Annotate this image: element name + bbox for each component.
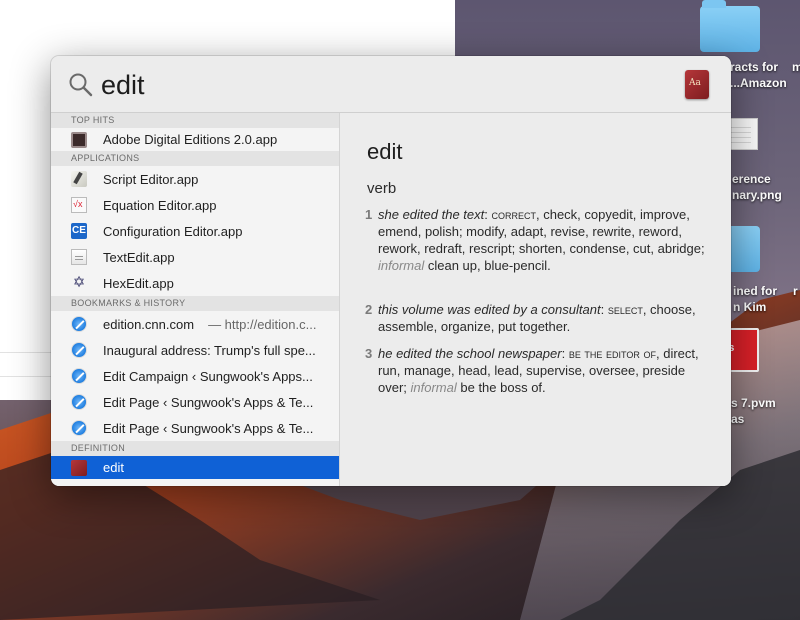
list-item[interactable]: Adobe Digital Editions 2.0.app [51,128,339,151]
safari-icon [71,342,87,358]
definition-preview: edit verb 1 she edited the text: correct… [341,113,731,486]
list-item[interactable]: Edit Page ‹ Sungwook's Apps & Te... [51,389,339,415]
section-header-bookmarks: BOOKMARKS & HISTORY [51,296,339,311]
configuration-editor-icon: CE [71,223,87,239]
sense-head: be the editor of [568,346,656,361]
desktop-label: s 7.pvm [731,396,776,410]
sense-number: 1 [365,207,373,222]
spotlight-panel: TOP HITS Adobe Digital Editions 2.0.app … [51,56,731,486]
list-item-label: Edit Page ‹ Sungwook's Apps & Te... [103,420,314,436]
list-item-selected[interactable]: edit [51,456,339,479]
list-item-label: Equation Editor.app [103,197,217,213]
equation-editor-icon [71,197,87,213]
sense-register: informal [378,258,425,273]
list-item[interactable]: CE Configuration Editor.app [51,218,339,244]
list-item-label: Inaugural address: Trump's full spe... [103,342,316,358]
sense-example: he edited the school newspaper [378,346,562,361]
definition-sense: 3 he edited the school newspaper: be the… [365,346,699,395]
safari-icon [71,368,87,384]
desktop-label: nary.png [732,188,782,202]
results-list: TOP HITS Adobe Digital Editions 2.0.app … [51,113,340,486]
list-item[interactable]: TextEdit.app [51,244,339,270]
list-item[interactable]: ✡ HexEdit.app [51,270,339,296]
sense-head: select [607,302,643,317]
sense-synonyms: be the boss of. [456,380,546,395]
list-item[interactable]: Edit Campaign ‹ Sungwook's Apps... [51,363,339,389]
sense-example: she edited the text [378,207,485,222]
adobe-digital-editions-icon [71,131,87,148]
desktop-label: as [731,412,745,426]
sense-example: this volume was edited by a consultant [378,302,601,317]
list-item-label: Adobe Digital Editions 2.0.app [103,132,278,147]
list-item-label: Edit Page ‹ Sungwook's Apps & Te... [103,394,314,410]
list-item[interactable]: Script Editor.app [51,166,339,192]
desktop-label: erence [732,172,771,186]
definition-sense: 1 she edited the text: correct, check, c… [365,207,705,273]
spotlight-search-input[interactable] [101,67,661,103]
textedit-icon [71,249,87,265]
list-item[interactable]: Equation Editor.app [51,192,339,218]
desktop-label: racts for [730,60,779,74]
definition-headword: edit [367,139,403,164]
list-item[interactable]: Edit Page ‹ Sungwook's Apps & Te... [51,415,339,441]
desktop-folder-icon[interactable] [700,0,760,52]
safari-icon [71,316,87,332]
part-of-speech: verb [367,180,397,197]
list-item[interactable]: Inaugural address: Trump's full spe... [51,337,339,363]
sense-synonyms: clean up, blue-pencil. [424,258,551,273]
safari-icon [71,420,87,436]
section-header-applications: APPLICATIONS [51,151,339,166]
sense-number: 2 [365,302,373,317]
sense-head: correct [491,207,536,222]
list-item-label: edition.cnn.com [103,316,195,332]
sense-register: informal [410,380,457,395]
sense-number: 3 [365,346,373,361]
desktop-label: ined for [733,284,777,298]
desktop-label: ...Amazon [730,76,787,90]
list-item-label: Edit Campaign ‹ Sungwook's Apps... [103,368,313,384]
script-editor-icon [71,171,87,187]
spotlight-search-bar [51,56,731,113]
list-item-url: — http://edition.c... [208,316,317,332]
section-header-definition: DEFINITION [51,441,339,456]
list-item-label: edit [103,460,124,475]
desktop-label: r [793,284,798,298]
list-item-label: Configuration Editor.app [103,223,243,239]
safari-icon [71,394,87,410]
search-icon [69,73,93,97]
hexedit-icon: ✡ [72,274,86,291]
desktop-label: m [792,60,800,74]
section-header-top-hits: TOP HITS [51,113,339,128]
desktop-label: n Kim [733,300,767,314]
list-item-label: HexEdit.app [103,275,174,291]
dictionary-icon [71,459,87,476]
list-item[interactable]: edition.cnn.com — http://edition.c... [51,311,339,337]
definition-sense: 2 this volume was edited by a consultant… [365,302,696,334]
list-item-label: TextEdit.app [103,249,175,265]
dictionary-icon [685,70,709,99]
list-item-label: Script Editor.app [103,171,199,187]
